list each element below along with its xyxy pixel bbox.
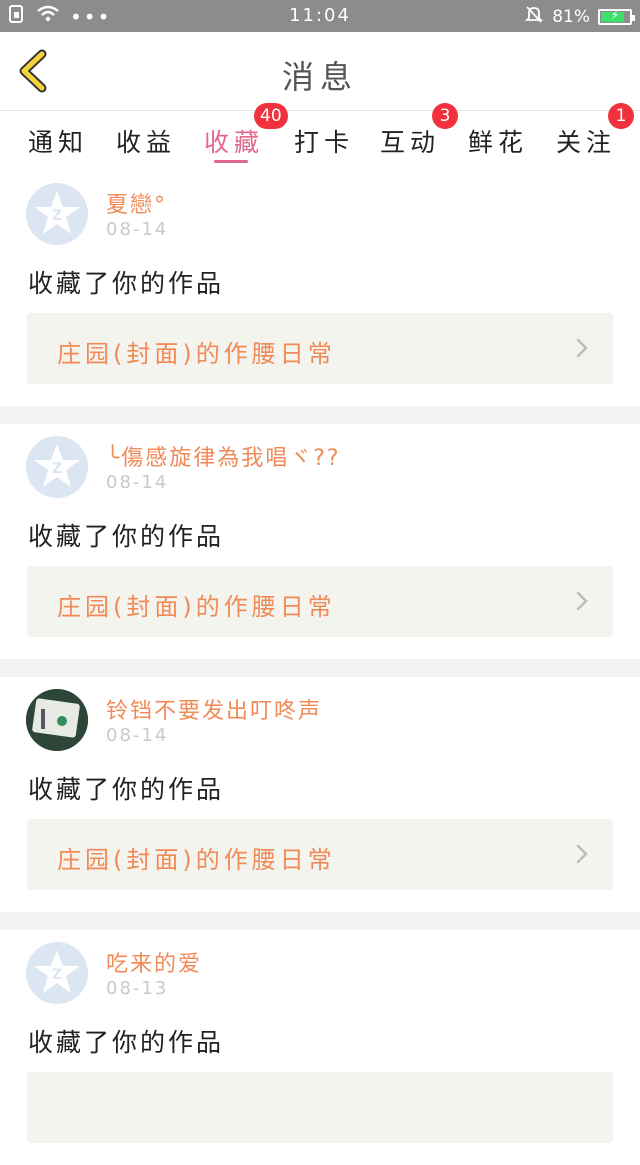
action-text: 收藏了你的作品	[28, 269, 225, 298]
list-item[interactable]: 铃铛不要发出叮咚声 08-14 收藏了你的作品 庄园(封面)的作腰日常	[0, 677, 640, 912]
svg-text:Z: Z	[52, 461, 62, 477]
tab-follows[interactable]: 关注	[556, 123, 616, 159]
qq-default-avatar-icon: Z	[34, 444, 80, 487]
action-text: 收藏了你的作品	[28, 1028, 225, 1057]
divider	[0, 912, 640, 930]
work-link[interactable]: 庄园(封面)的作腰日常	[27, 566, 613, 637]
date: 08-13	[106, 978, 169, 999]
chevron-right-icon	[576, 844, 588, 864]
work-link[interactable]: 庄园(封面)的作腰日常	[27, 313, 613, 384]
avatar[interactable]: Z	[26, 436, 88, 498]
avatar[interactable]	[26, 689, 88, 751]
svg-text:Z: Z	[52, 208, 62, 224]
tab-favorites[interactable]: 收藏	[204, 123, 264, 159]
avatar[interactable]: Z	[26, 183, 88, 245]
divider	[0, 406, 640, 424]
work-title: 庄园(封面)的作腰日常	[57, 340, 336, 368]
message-list: Z 夏戀° 08-14 收藏了你的作品 庄园(封面)的作腰日常 Z ╰傷感旋律為…	[0, 171, 640, 1165]
date: 08-14	[106, 219, 169, 240]
username[interactable]: ╰傷感旋律為我唱ヾ??	[106, 440, 341, 472]
favorites-badge: 40	[254, 103, 288, 129]
username[interactable]: 吃来的爱	[106, 946, 202, 978]
photo-avatar-icon	[26, 689, 88, 751]
work-title: 庄园(封面)的作腰日常	[57, 593, 336, 621]
tab-notifications[interactable]: 通知	[28, 123, 88, 159]
battery-percent: 81%	[552, 6, 590, 27]
interaction-badge: 3	[432, 103, 458, 129]
chevron-right-icon	[576, 338, 588, 358]
app-header: 消息	[0, 32, 640, 111]
avatar[interactable]: Z	[26, 942, 88, 1004]
active-tab-indicator	[214, 160, 248, 163]
status-bar: ••• 11:04 81% ⚡	[0, 0, 640, 32]
tab-earnings[interactable]: 收益	[116, 123, 176, 159]
work-link[interactable]: 庄园(封面)的作腰日常	[27, 819, 613, 890]
work-title: 庄园(封面)的作腰日常	[57, 846, 336, 874]
qq-default-avatar-icon: Z	[34, 950, 80, 993]
chevron-right-icon	[576, 591, 588, 611]
action-text: 收藏了你的作品	[28, 522, 225, 551]
username[interactable]: 夏戀°	[106, 187, 167, 219]
svg-text:Z: Z	[52, 967, 62, 983]
list-item[interactable]: Z 吃来的爱 08-13 收藏了你的作品	[0, 930, 640, 1165]
tab-checkin[interactable]: 打卡	[294, 123, 354, 159]
divider	[0, 659, 640, 677]
action-text: 收藏了你的作品	[28, 775, 225, 804]
list-item[interactable]: Z 夏戀° 08-14 收藏了你的作品 庄园(封面)的作腰日常	[0, 171, 640, 406]
username[interactable]: 铃铛不要发出叮咚声	[106, 693, 322, 725]
date: 08-14	[106, 472, 169, 493]
tab-interaction[interactable]: 互动	[380, 123, 440, 159]
battery-icon: ⚡	[598, 8, 635, 25]
follows-badge: 1	[608, 103, 634, 129]
work-link[interactable]	[27, 1072, 613, 1143]
qq-default-avatar-icon: Z	[34, 191, 80, 234]
bell-muted-icon	[524, 4, 544, 29]
page-title: 消息	[281, 58, 358, 96]
tab-bar: 通知 收益 收藏 40 打卡 互动 3 鲜花 关注 1	[0, 103, 640, 171]
tab-flowers[interactable]: 鲜花	[468, 123, 528, 159]
list-item[interactable]: Z ╰傷感旋律為我唱ヾ?? 08-14 收藏了你的作品 庄园(封面)的作腰日常	[0, 424, 640, 659]
date: 08-14	[106, 725, 169, 746]
